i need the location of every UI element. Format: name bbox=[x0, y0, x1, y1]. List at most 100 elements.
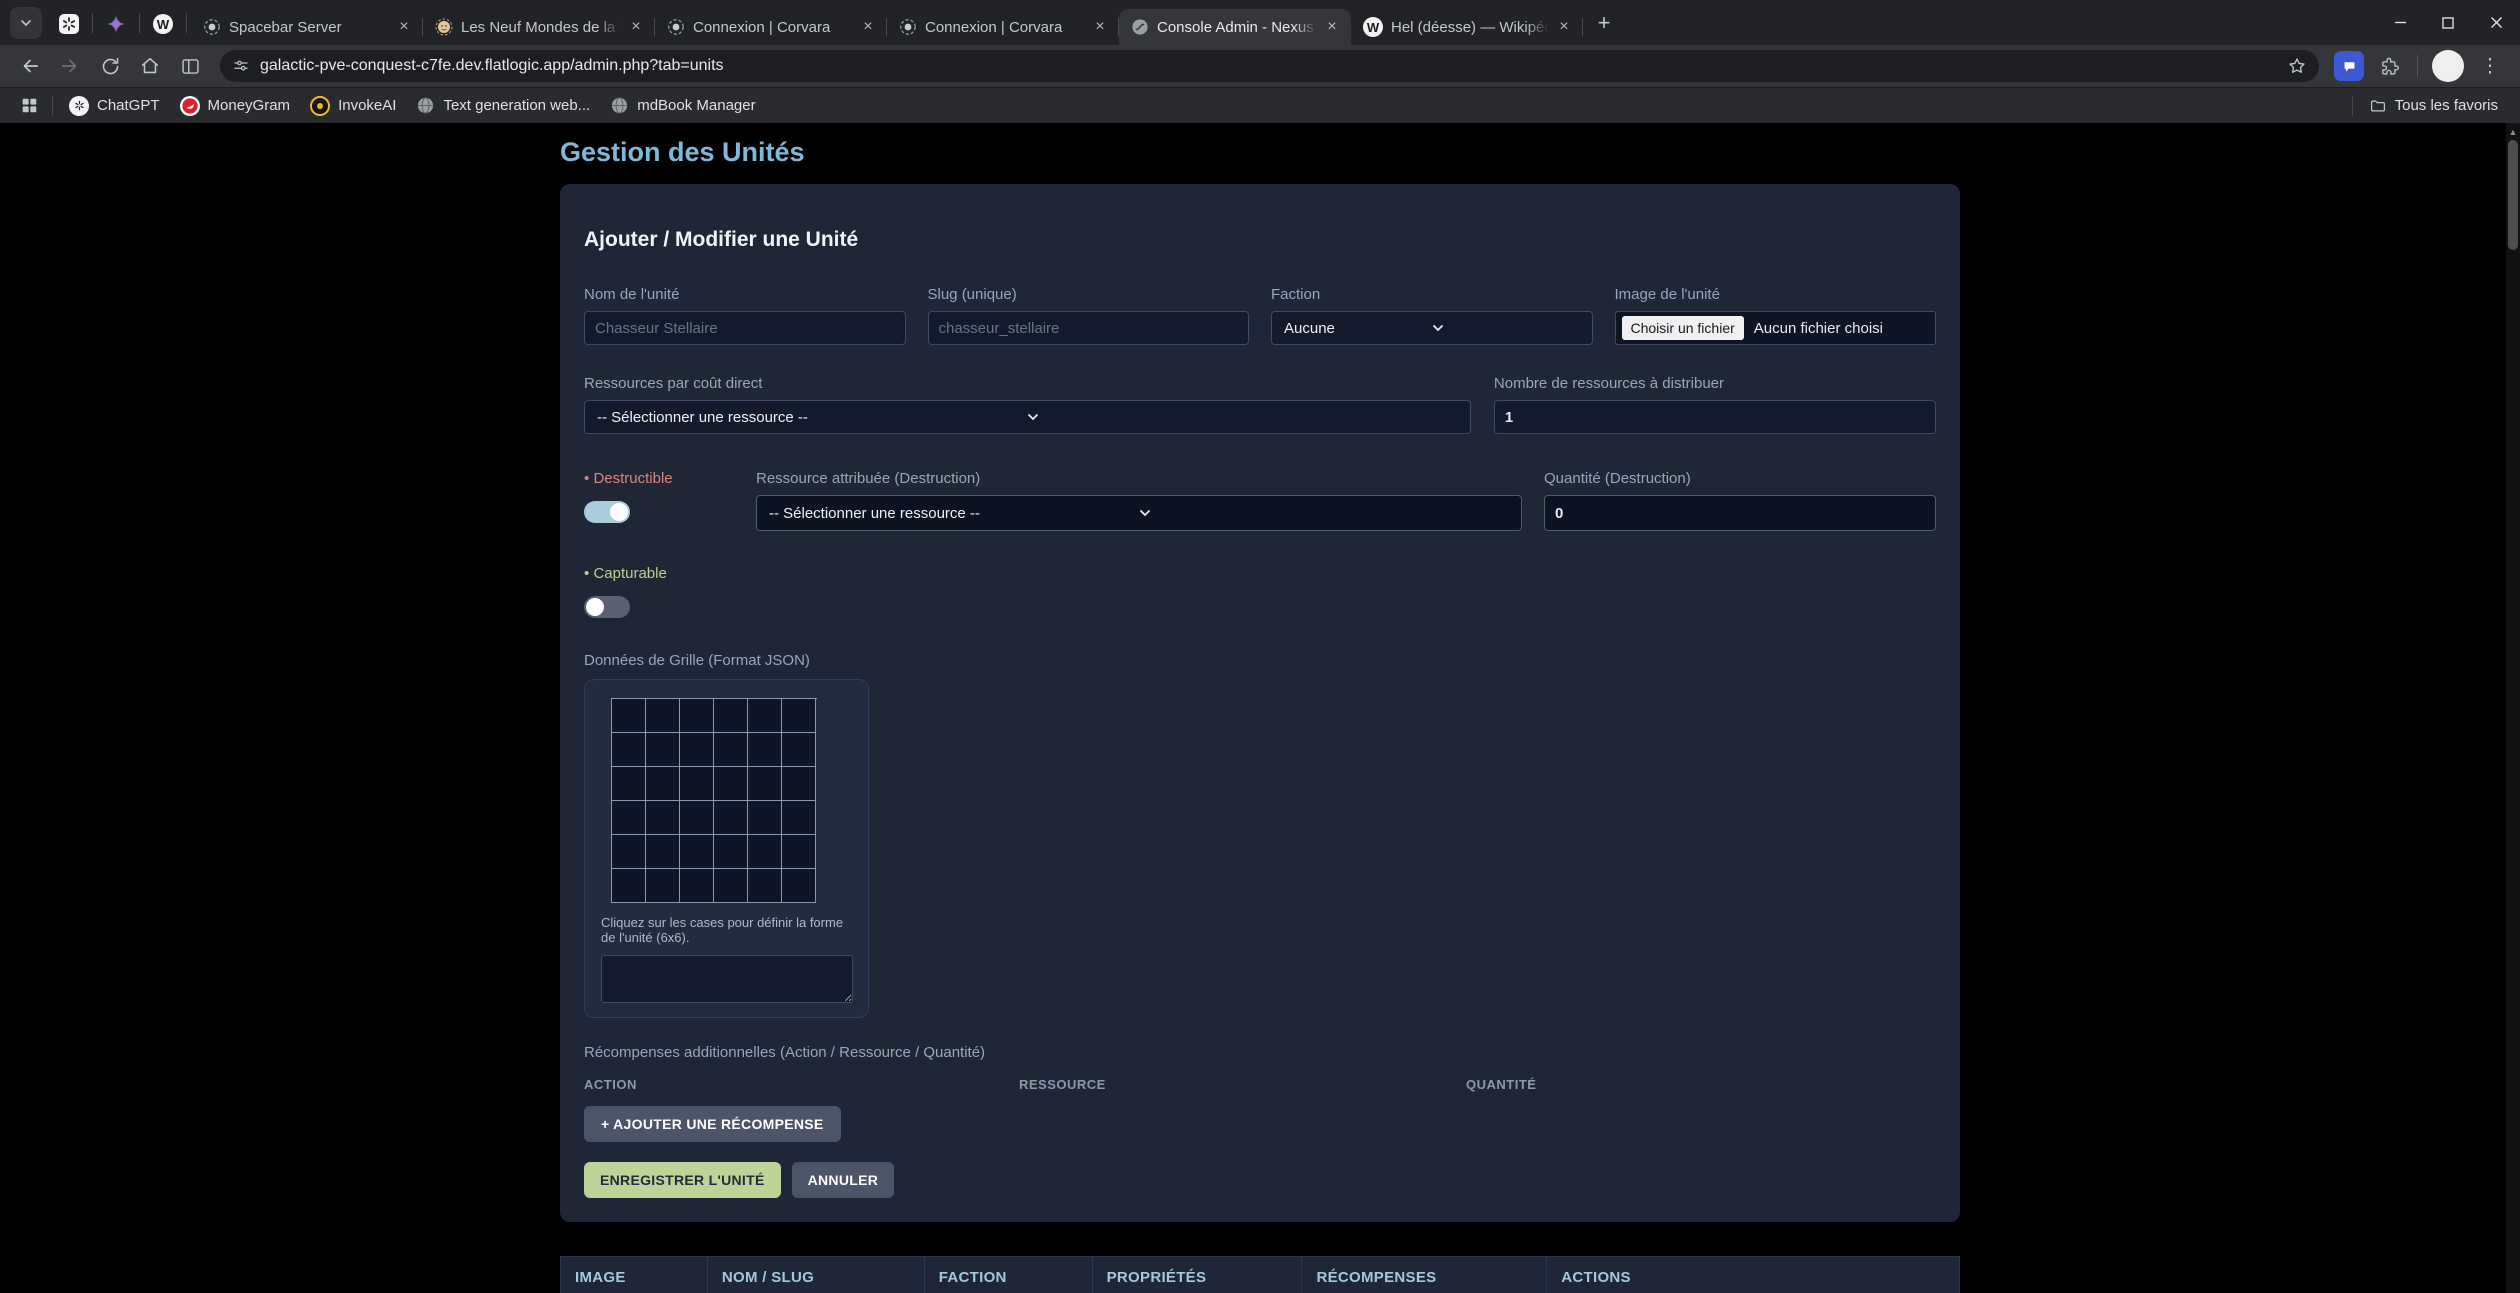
grid-cell[interactable] bbox=[714, 835, 748, 869]
grid-cell[interactable] bbox=[748, 801, 782, 835]
pinned-tab-wordpress[interactable]: W bbox=[146, 7, 180, 41]
bookmark-invokeai[interactable]: InvokeAI bbox=[300, 92, 406, 120]
toggle-knob bbox=[586, 598, 604, 616]
grid-cell[interactable] bbox=[680, 869, 714, 903]
minimize-button[interactable] bbox=[2376, 0, 2424, 45]
apps-grid-icon[interactable] bbox=[15, 92, 43, 120]
grid-cell[interactable] bbox=[782, 835, 816, 869]
add-reward-button[interactable]: + AJOUTER UNE RÉCOMPENSE bbox=[584, 1106, 841, 1142]
destruction-resource-select[interactable]: -- Sélectionner une ressource -- bbox=[756, 495, 1522, 531]
tab-close-icon[interactable]: × bbox=[1553, 16, 1575, 38]
cost-amount-input[interactable] bbox=[1494, 400, 1936, 434]
tab-hel-wikipedia[interactable]: W Hel (déesse) — Wikipédia × bbox=[1351, 9, 1583, 45]
home-button[interactable] bbox=[133, 49, 167, 83]
tab-connexion-corvara-1[interactable]: Connexion | Corvara × bbox=[655, 9, 887, 45]
tab-close-icon[interactable]: × bbox=[1321, 16, 1343, 38]
reading-list-button[interactable] bbox=[173, 49, 207, 83]
tab-close-icon[interactable]: × bbox=[1089, 16, 1111, 38]
image-file-input[interactable]: Choisir un fichier Aucun fichier choisi bbox=[1615, 311, 1937, 345]
tab-close-icon[interactable]: × bbox=[625, 16, 647, 38]
bookmark-label: mdBook Manager bbox=[637, 97, 755, 114]
extensions-puzzle-button[interactable] bbox=[2372, 49, 2406, 83]
tab-console-admin-active[interactable]: Console Admin - Nexus × bbox=[1119, 9, 1351, 45]
pinned-tab-chatgpt[interactable] bbox=[52, 7, 86, 41]
bookmark-mdbook[interactable]: mdBook Manager bbox=[600, 92, 765, 119]
slug-input[interactable] bbox=[928, 311, 1250, 345]
grid-cell[interactable] bbox=[782, 733, 816, 767]
reload-button[interactable] bbox=[93, 49, 127, 83]
grid-cell[interactable] bbox=[612, 801, 646, 835]
bookmark-chatgpt[interactable]: ChatGPT bbox=[59, 92, 170, 120]
tab-search-button[interactable] bbox=[10, 7, 42, 39]
cancel-button[interactable]: ANNULER bbox=[792, 1162, 895, 1198]
field-unit-name: Nom de l'unité bbox=[584, 286, 906, 345]
bookmark-moneygram[interactable]: MoneyGram bbox=[170, 92, 301, 120]
grid-cell[interactable] bbox=[646, 699, 680, 733]
grid-cell[interactable] bbox=[646, 835, 680, 869]
faction-select[interactable]: Aucune bbox=[1271, 311, 1593, 345]
address-bar[interactable]: galactic-pve-conquest-c7fe.dev.flatlogic… bbox=[220, 50, 2319, 82]
capturable-toggle[interactable] bbox=[584, 596, 630, 618]
grid-cell[interactable] bbox=[714, 767, 748, 801]
grid-cell[interactable] bbox=[612, 733, 646, 767]
bookmark-star-icon[interactable] bbox=[2287, 56, 2307, 76]
col-name-slug: NOM / SLUG bbox=[707, 1257, 924, 1293]
grid-cell[interactable] bbox=[714, 869, 748, 903]
pinned-extension-icon[interactable] bbox=[2334, 51, 2364, 81]
destructible-toggle[interactable] bbox=[584, 501, 630, 523]
tab-connexion-corvara-2[interactable]: Connexion | Corvara × bbox=[887, 9, 1119, 45]
profile-avatar[interactable] bbox=[2432, 50, 2464, 82]
page-scrollbar[interactable]: ▲ bbox=[2506, 123, 2520, 1293]
grid-cell[interactable] bbox=[646, 767, 680, 801]
grid-cell[interactable] bbox=[646, 801, 680, 835]
tab-title: Les Neuf Mondes de la Mytholo bbox=[461, 19, 621, 36]
maximize-button[interactable] bbox=[2424, 0, 2472, 45]
scroll-up-icon[interactable]: ▲ bbox=[2506, 123, 2520, 137]
grid-cell[interactable] bbox=[680, 699, 714, 733]
grid-cell[interactable] bbox=[612, 869, 646, 903]
grid-cell[interactable] bbox=[782, 869, 816, 903]
close-window-button[interactable] bbox=[2472, 0, 2520, 45]
grid-cell[interactable] bbox=[612, 699, 646, 733]
grid-cell[interactable] bbox=[748, 869, 782, 903]
grid-cell[interactable] bbox=[680, 835, 714, 869]
grid-cell[interactable] bbox=[680, 767, 714, 801]
back-button[interactable] bbox=[13, 49, 47, 83]
scrollbar-thumb[interactable] bbox=[2508, 140, 2518, 250]
destruction-qty-input[interactable] bbox=[1544, 495, 1936, 531]
grid-cell[interactable] bbox=[612, 767, 646, 801]
grid-cell[interactable] bbox=[646, 869, 680, 903]
grid-cell[interactable] bbox=[782, 767, 816, 801]
all-bookmarks-button[interactable]: Tous les favoris bbox=[2359, 93, 2508, 119]
save-unit-button[interactable]: ENREGISTRER L'UNITÉ bbox=[584, 1162, 781, 1198]
grid-cell[interactable] bbox=[646, 733, 680, 767]
cost-resource-select[interactable]: -- Sélectionner une ressource -- bbox=[584, 400, 1471, 434]
tab-les-neuf-mondes[interactable]: Les Neuf Mondes de la Mytholo × bbox=[423, 9, 655, 45]
choose-file-button[interactable]: Choisir un fichier bbox=[1622, 316, 1744, 340]
browser-menu-button[interactable]: ⋮ bbox=[2473, 49, 2507, 83]
grid-cell[interactable] bbox=[680, 801, 714, 835]
tab-close-icon[interactable]: × bbox=[393, 16, 415, 38]
grid-cell[interactable] bbox=[714, 733, 748, 767]
field-slug: Slug (unique) bbox=[928, 286, 1250, 345]
grid-cell[interactable] bbox=[714, 699, 748, 733]
bullet-dot: • bbox=[584, 565, 589, 582]
grid-cell[interactable] bbox=[748, 699, 782, 733]
pinned-tab-gemini[interactable] bbox=[99, 7, 133, 41]
grid-cell[interactable] bbox=[748, 767, 782, 801]
grid-cell[interactable] bbox=[748, 835, 782, 869]
url-text[interactable]: galactic-pve-conquest-c7fe.dev.flatlogic… bbox=[260, 57, 2287, 75]
grid-cell[interactable] bbox=[714, 801, 748, 835]
grid-cell[interactable] bbox=[748, 733, 782, 767]
grid-cell[interactable] bbox=[680, 733, 714, 767]
new-tab-button[interactable]: + bbox=[1589, 8, 1619, 38]
tab-close-icon[interactable]: × bbox=[857, 16, 879, 38]
grid-cell[interactable] bbox=[782, 801, 816, 835]
grid-json-textarea[interactable] bbox=[601, 955, 853, 1003]
tab-spacebar-server[interactable]: Spacebar Server × bbox=[191, 9, 423, 45]
grid-cell[interactable] bbox=[782, 699, 816, 733]
bookmark-text-generation[interactable]: Text generation web... bbox=[406, 92, 600, 119]
forward-button[interactable] bbox=[53, 49, 87, 83]
unit-name-input[interactable] bbox=[584, 311, 906, 345]
grid-cell[interactable] bbox=[612, 835, 646, 869]
